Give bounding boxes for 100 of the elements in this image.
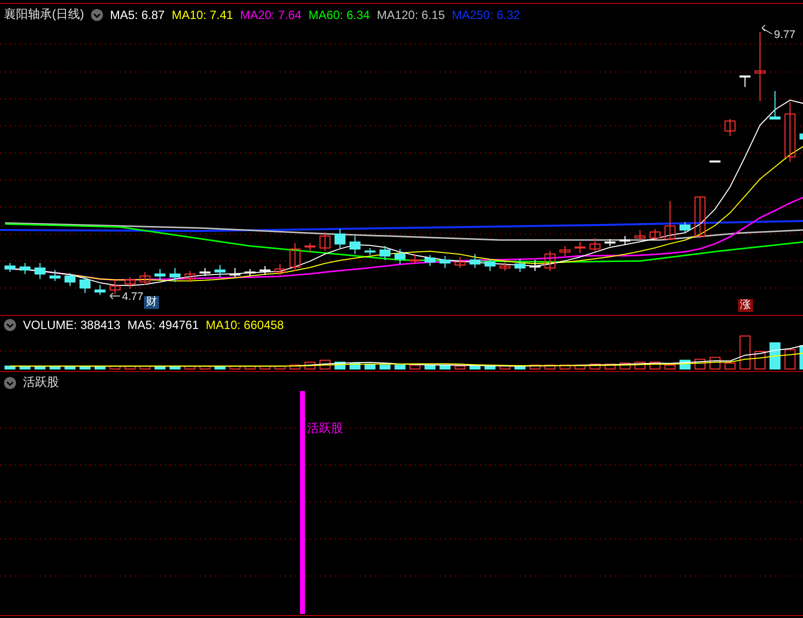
moving-average-value: MA250: 6.32 xyxy=(452,8,520,22)
candlestick xyxy=(320,232,330,252)
candlestick xyxy=(394,248,406,264)
volume-bar xyxy=(110,366,120,370)
indicator-title: 活跃股 xyxy=(23,374,59,391)
candlestick xyxy=(244,268,256,276)
volume-bar xyxy=(200,366,210,370)
chevron-down-icon[interactable] xyxy=(91,8,103,20)
leader-line xyxy=(762,24,772,34)
volume-bar xyxy=(590,364,600,370)
candlestick xyxy=(590,238,600,252)
candlestick xyxy=(410,254,420,264)
volume-bar xyxy=(754,351,766,370)
candlestick xyxy=(110,280,120,294)
volume-bar xyxy=(260,366,270,370)
volume-bar xyxy=(694,358,706,370)
volume-bar xyxy=(710,356,720,370)
candlestick xyxy=(484,258,496,272)
volume-bar xyxy=(530,364,540,370)
candlestick xyxy=(50,270,60,282)
candlestick xyxy=(184,270,196,282)
candlestick xyxy=(350,236,360,254)
candlestick xyxy=(20,262,30,274)
low-price-label: 4.77 xyxy=(122,291,144,303)
volume-bar xyxy=(34,366,46,370)
candlestick xyxy=(724,118,736,136)
volume-bar xyxy=(154,366,166,370)
moving-average-value: MA20: 7.64 xyxy=(240,8,302,22)
chevron-down-icon[interactable] xyxy=(4,376,16,388)
volume-bar xyxy=(740,336,750,370)
moving-average-value: MA60: 6.34 xyxy=(308,8,370,22)
volume-bar xyxy=(470,366,480,370)
volume-bar xyxy=(184,366,196,370)
volume-bar xyxy=(394,364,406,370)
candlestick xyxy=(664,200,676,240)
volume-value: MA10: 660458 xyxy=(206,318,284,332)
volume-bar xyxy=(620,362,630,370)
volume-bar xyxy=(170,366,180,370)
candlestick xyxy=(454,256,466,268)
candlestick xyxy=(304,242,316,252)
volume-bar xyxy=(50,366,60,370)
volume-bar xyxy=(4,366,16,370)
volume-bar xyxy=(604,364,616,370)
candlestick xyxy=(740,76,750,88)
candlestick xyxy=(290,242,300,272)
candlestick xyxy=(514,258,526,272)
candlestick xyxy=(380,246,390,260)
candlestick xyxy=(94,284,106,296)
volume-value: MA5: 494761 xyxy=(127,318,199,332)
volume-bar xyxy=(440,364,450,370)
candlestick xyxy=(124,276,136,290)
candlestick xyxy=(470,254,480,268)
event-badge[interactable]: 涨 xyxy=(738,299,753,312)
candlestick xyxy=(574,242,586,254)
candlestick xyxy=(230,268,240,278)
candlestick xyxy=(64,272,76,286)
candlestick xyxy=(440,256,450,268)
candlestick xyxy=(680,222,690,234)
candlestick xyxy=(200,268,210,276)
volume-bar xyxy=(140,366,150,370)
volume-bar xyxy=(380,364,390,370)
volume-bar xyxy=(244,366,256,370)
volume-bar xyxy=(514,366,526,370)
candlestick xyxy=(80,276,90,294)
candlestick xyxy=(650,228,660,240)
volume-bar xyxy=(484,366,496,370)
volume-bar xyxy=(770,342,780,370)
volume-bar xyxy=(274,366,286,370)
volume-bar xyxy=(800,345,803,370)
volume-bar xyxy=(574,364,586,370)
candlestick xyxy=(710,160,720,162)
candlestick xyxy=(140,272,150,286)
volume-bar xyxy=(410,364,420,370)
volume-bar xyxy=(424,364,436,370)
volume-bar xyxy=(724,362,736,370)
volume-bar xyxy=(80,366,90,370)
volume-bar xyxy=(650,362,660,370)
volume-bar xyxy=(64,366,76,370)
candlestick xyxy=(800,134,803,140)
event-badge[interactable]: 财 xyxy=(144,296,159,309)
volume-bar xyxy=(500,366,510,370)
volume-bar xyxy=(214,366,226,370)
candlestick xyxy=(770,90,780,120)
candlestick xyxy=(530,260,540,272)
leader-line xyxy=(110,292,120,300)
volume-bar xyxy=(364,364,376,370)
candlestick xyxy=(500,262,510,272)
candlestick xyxy=(784,102,796,162)
signal-label: 活跃股 xyxy=(307,421,343,435)
candlestick xyxy=(634,230,646,240)
volume-bar xyxy=(560,364,570,370)
volume-bar xyxy=(320,360,330,370)
volume-value: VOLUME: 388413 xyxy=(23,318,120,332)
candlestick xyxy=(754,32,766,102)
volume-bar xyxy=(304,362,316,370)
candlestick xyxy=(694,196,706,238)
chevron-down-icon[interactable] xyxy=(4,319,16,331)
volume-bar xyxy=(290,364,300,370)
candlestick xyxy=(154,268,166,280)
candlestick xyxy=(34,262,46,280)
